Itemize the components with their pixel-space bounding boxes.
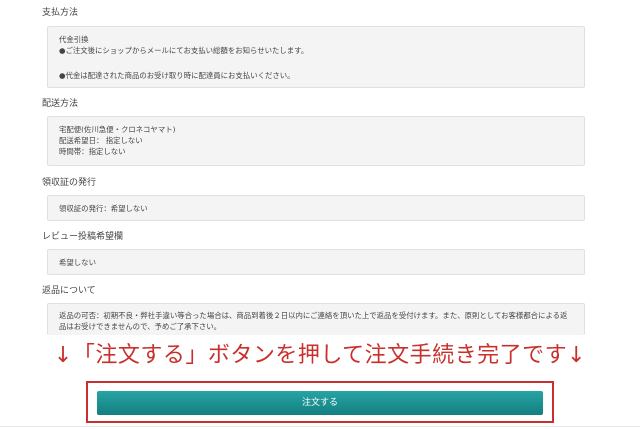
- payment-method-text: 代金引換: [59, 35, 89, 44]
- shipping-date-text: 配送希望日： 指定しない: [59, 136, 143, 145]
- payment-spacer: [59, 56, 584, 70]
- payment-note-2: ●代金は配達された商品のお受け取り時に配達員にお支払いください。: [59, 71, 295, 80]
- payment-heading: 支払方法: [42, 8, 79, 18]
- order-instruction-notice: ↓「注文する」ボタンを押して注文手続き完了です↓: [53, 343, 587, 368]
- footer-divider: [0, 426, 640, 427]
- receipt-value-text: 領収証の発行：希望しない: [59, 204, 148, 213]
- shipping-carrier-text: 宅配便(佐川急便・クロネコヤマト): [59, 125, 176, 134]
- review-heading: レビュー投稿希望欄: [42, 232, 124, 242]
- payment-note-1: ●ご注文後にショップからメールにてお支払い総額をお知らせいたします。: [59, 46, 309, 55]
- receipt-heading: 領収証の発行: [42, 178, 97, 188]
- receipt-info-box: 領収証の発行：希望しない: [47, 195, 585, 221]
- returns-policy-text: 返品の可否：初期不良・弊社手違い等合った場合は、商品到着後２日以内にご連絡を頂い…: [59, 311, 568, 331]
- returns-info-box: 返品の可否：初期不良・弊社手違い等合った場合は、商品到着後２日以内にご連絡を頂い…: [47, 303, 585, 335]
- payment-info-box: 代金引換 ●ご注文後にショップからメールにてお支払い総額をお知らせいたします。 …: [47, 26, 585, 88]
- shipping-time-text: 時間帯：指定しない: [59, 147, 126, 156]
- shipping-heading: 配送方法: [42, 99, 79, 109]
- review-value-text: 希望しない: [59, 258, 96, 267]
- shipping-info-box: 宅配便(佐川急便・クロネコヤマト) 配送希望日： 指定しない 時間帯：指定しない: [47, 116, 585, 166]
- place-order-button[interactable]: 注文する: [97, 391, 543, 415]
- returns-heading: 返品について: [42, 286, 96, 296]
- review-info-box: 希望しない: [47, 249, 585, 275]
